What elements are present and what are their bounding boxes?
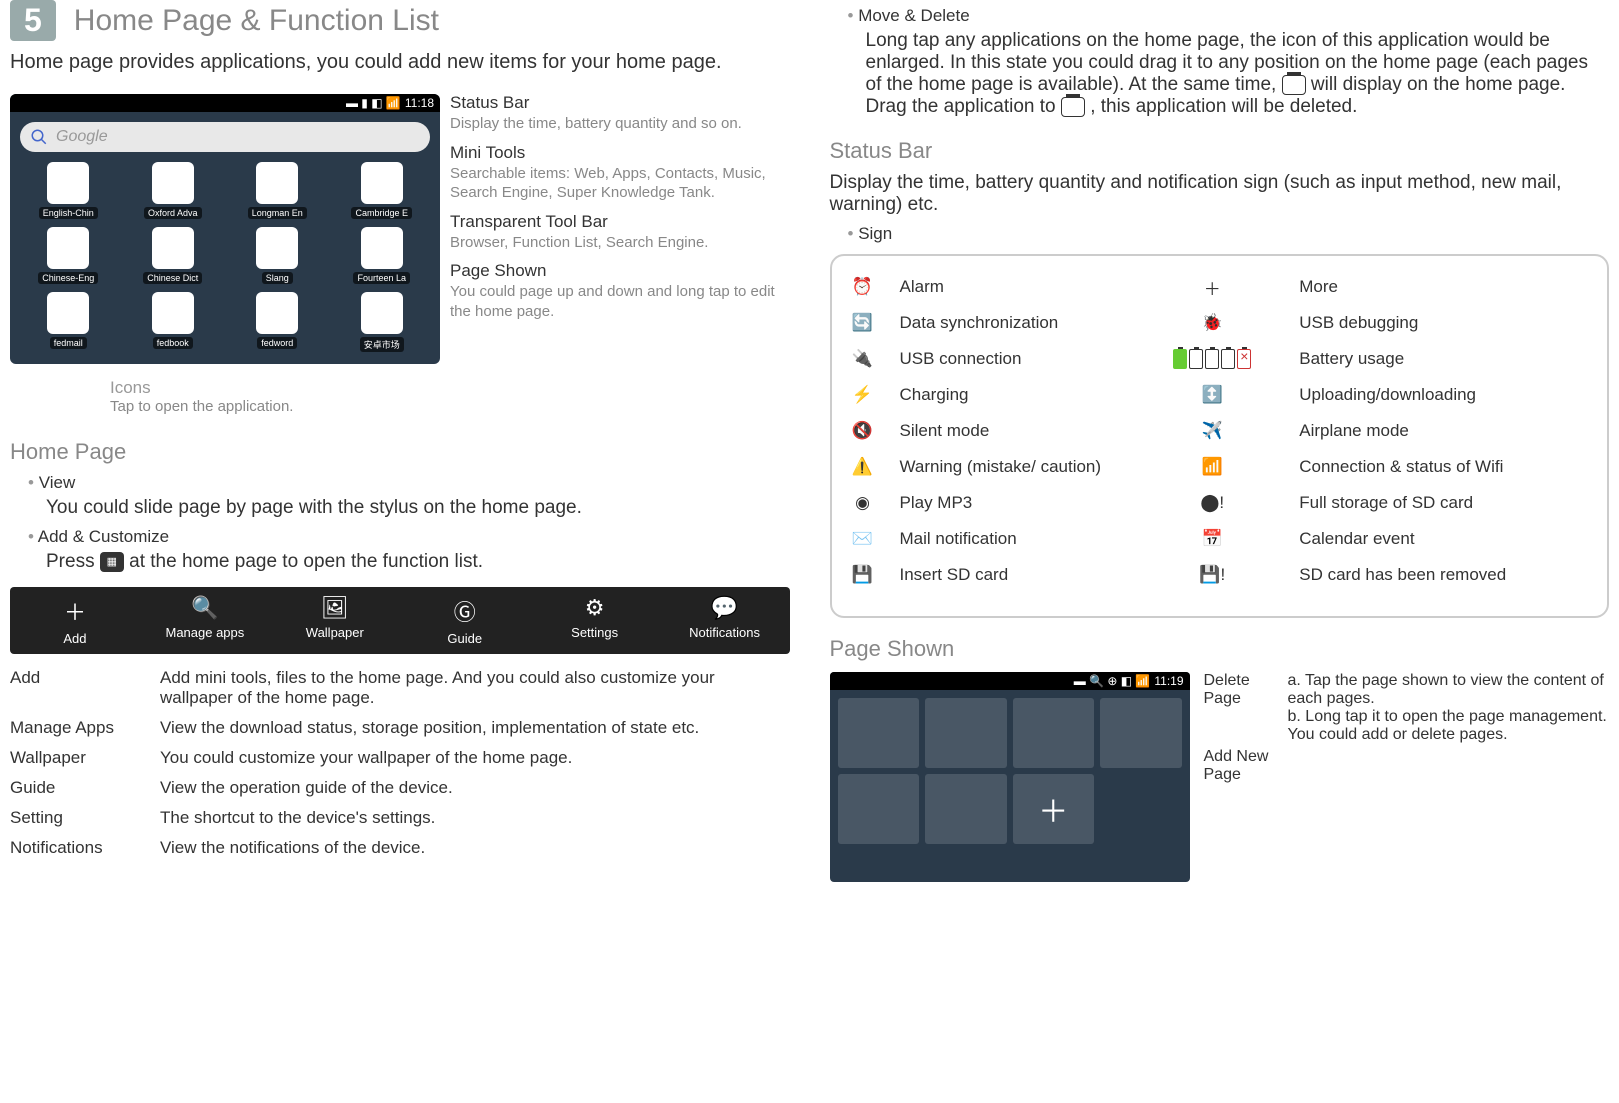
func-bar-item[interactable]: 🖼Wallpaper: [270, 587, 400, 654]
homepage-heading: Home Page: [10, 439, 790, 465]
minitools-callout-body: Searchable items: Web, Apps, Contacts, M…: [450, 164, 790, 203]
status-row: ◉Play MP3⬤!Full storage of SD card: [850, 490, 1590, 516]
page-thumb[interactable]: [925, 698, 1007, 768]
page-thumb[interactable]: [838, 774, 920, 844]
page-thumb[interactable]: [1100, 698, 1182, 768]
status-icon: 💾: [850, 562, 876, 588]
delete-page-label: Delete Page: [1204, 672, 1274, 708]
minitools-callout-title: Mini Tools: [450, 142, 790, 164]
function-bar: ＋Add🔍Manage apps🖼WallpaperⒼGuide⚙Setting…: [10, 587, 790, 654]
status-icon: ↕️: [1199, 382, 1225, 408]
movedelete-title: Move & Delete: [858, 6, 970, 25]
table-row: GuideView the operation guide of the dev…: [10, 778, 790, 798]
app-icon[interactable]: Longman En: [229, 162, 326, 219]
toolbar-callout-title: Transparent Tool Bar: [450, 211, 790, 233]
status-icon: 🔇: [850, 418, 876, 444]
page-title: Home Page & Function List: [74, 4, 439, 38]
addcustomize-title: Add & Customize: [38, 527, 169, 546]
add-new-page-label: Add New Page: [1204, 748, 1274, 784]
function-table: AddAdd mini tools, files to the home pag…: [10, 668, 790, 858]
status-row: ✉️Mail notification📅Calendar event: [850, 526, 1590, 552]
app-icon[interactable]: English-Chin: [20, 162, 117, 219]
app-icon[interactable]: fedmail: [20, 292, 117, 352]
icons-callout-body: Tap to open the application.: [110, 398, 293, 415]
status-row: 🔄Data synchronization🐞USB debugging: [850, 310, 1590, 336]
table-row: AddAdd mini tools, files to the home pag…: [10, 668, 790, 708]
search-bar[interactable]: Google: [20, 122, 430, 152]
status-time: 11:18: [405, 96, 434, 110]
status-icon: ⚡: [850, 382, 876, 408]
statusbar-callout-title: Status Bar: [450, 92, 790, 114]
func-bar-item[interactable]: ＋Add: [10, 587, 140, 654]
trash-icon: [1061, 97, 1085, 117]
add-page-thumb[interactable]: ＋: [1013, 774, 1095, 844]
status-icon: ＋: [1199, 274, 1225, 300]
status-row: 🔇Silent mode✈️Airplane mode: [850, 418, 1590, 444]
statusbar-callout-body: Display the time, battery quantity and s…: [450, 114, 790, 134]
table-row: Manage AppsView the download status, sto…: [10, 718, 790, 738]
table-row: SettingThe shortcut to the device's sett…: [10, 808, 790, 828]
movedelete-body: Long tap any applications on the home pa…: [866, 30, 1610, 118]
pageshown-heading: Page Shown: [830, 636, 1610, 662]
func-bar-item[interactable]: 💬Notifications: [660, 587, 790, 654]
status-row: ⚡Charging↕️Uploading/downloading: [850, 382, 1590, 408]
icons-callout-title: Icons: [110, 378, 293, 398]
trash-icon: [1282, 75, 1306, 95]
status-strip: ▬ ▮ ◧ 📶11:18: [10, 94, 440, 112]
search-icon: [30, 128, 48, 146]
search-placeholder: Google: [56, 128, 108, 146]
app-icon[interactable]: Slang: [229, 227, 326, 284]
status-icon: 💾!: [1199, 562, 1225, 588]
status-icon: ⚠️: [850, 454, 876, 480]
pageshown-notes: a. Tap the page shown to view the conten…: [1288, 672, 1610, 882]
status-row: 🔌USB connectionBattery usage: [850, 346, 1590, 372]
table-row: WallpaperYou could customize your wallpa…: [10, 748, 790, 768]
status-icon: ⏰: [850, 274, 876, 300]
menu-icon: ▦: [100, 552, 124, 572]
page-thumb[interactable]: [838, 698, 920, 768]
status-icon: 📶: [1199, 454, 1225, 480]
status-icon: 📅: [1199, 526, 1225, 552]
pageshown-screenshot: ▬ 🔍 ⊕ ◧ 📶11:19 ＋: [830, 672, 1190, 882]
view-body: You could slide page by page with the st…: [46, 497, 790, 519]
sign-title: Sign: [858, 224, 892, 243]
status-icon: ✉️: [850, 526, 876, 552]
status-time-2: 11:19: [1154, 674, 1183, 688]
status-row: 💾Insert SD card💾!SD card has been remove…: [850, 562, 1590, 588]
statusbar-body: Display the time, battery quantity and n…: [830, 172, 1610, 216]
statusbar-heading: Status Bar: [830, 138, 1610, 164]
page-thumb[interactable]: [1013, 698, 1095, 768]
status-icon: ◉: [850, 490, 876, 516]
app-icon[interactable]: fedbook: [125, 292, 222, 352]
status-icon: ✈️: [1199, 418, 1225, 444]
pageshown-callout-body: You could page up and down and long tap …: [450, 282, 790, 321]
status-icon: 🔌: [850, 346, 876, 372]
func-bar-item[interactable]: ⒼGuide: [400, 587, 530, 654]
intro-text: Home page provides applications, you cou…: [10, 51, 790, 74]
func-bar-item[interactable]: 🔍Manage apps: [140, 587, 270, 654]
view-title: View: [39, 473, 76, 492]
home-screenshot: ▬ ▮ ◧ 📶11:18 Google English-ChinOxford A…: [10, 94, 440, 364]
app-icon[interactable]: fedword: [229, 292, 326, 352]
app-icon[interactable]: 安卓市场: [334, 292, 431, 352]
app-icon[interactable]: Fourteen La: [334, 227, 431, 284]
table-row: NotificationsView the notifications of t…: [10, 838, 790, 858]
status-icon: 🔄: [850, 310, 876, 336]
func-bar-item[interactable]: ⚙Settings: [530, 587, 660, 654]
app-icon[interactable]: Chinese-Eng: [20, 227, 117, 284]
app-icon[interactable]: Chinese Dict: [125, 227, 222, 284]
app-icon[interactable]: Cambridge E: [334, 162, 431, 219]
addcustomize-body: Press ▦ at the home page to open the fun…: [46, 551, 790, 573]
status-icon: [1199, 346, 1225, 372]
page-thumb[interactable]: [925, 774, 1007, 844]
pageshown-callout-title: Page Shown: [450, 260, 790, 282]
status-icon: ⬤!: [1199, 490, 1225, 516]
status-row: ⚠️Warning (mistake/ caution)📶Connection …: [850, 454, 1590, 480]
app-icon[interactable]: Oxford Adva: [125, 162, 222, 219]
toolbar-callout-body: Browser, Function List, Search Engine.: [450, 233, 790, 253]
status-row: ⏰Alarm＋More: [850, 274, 1590, 300]
status-icon-table: ⏰Alarm＋More 🔄Data synchronization🐞USB deb…: [830, 254, 1610, 618]
page-number: 5: [10, 0, 56, 41]
status-icon: 🐞: [1199, 310, 1225, 336]
